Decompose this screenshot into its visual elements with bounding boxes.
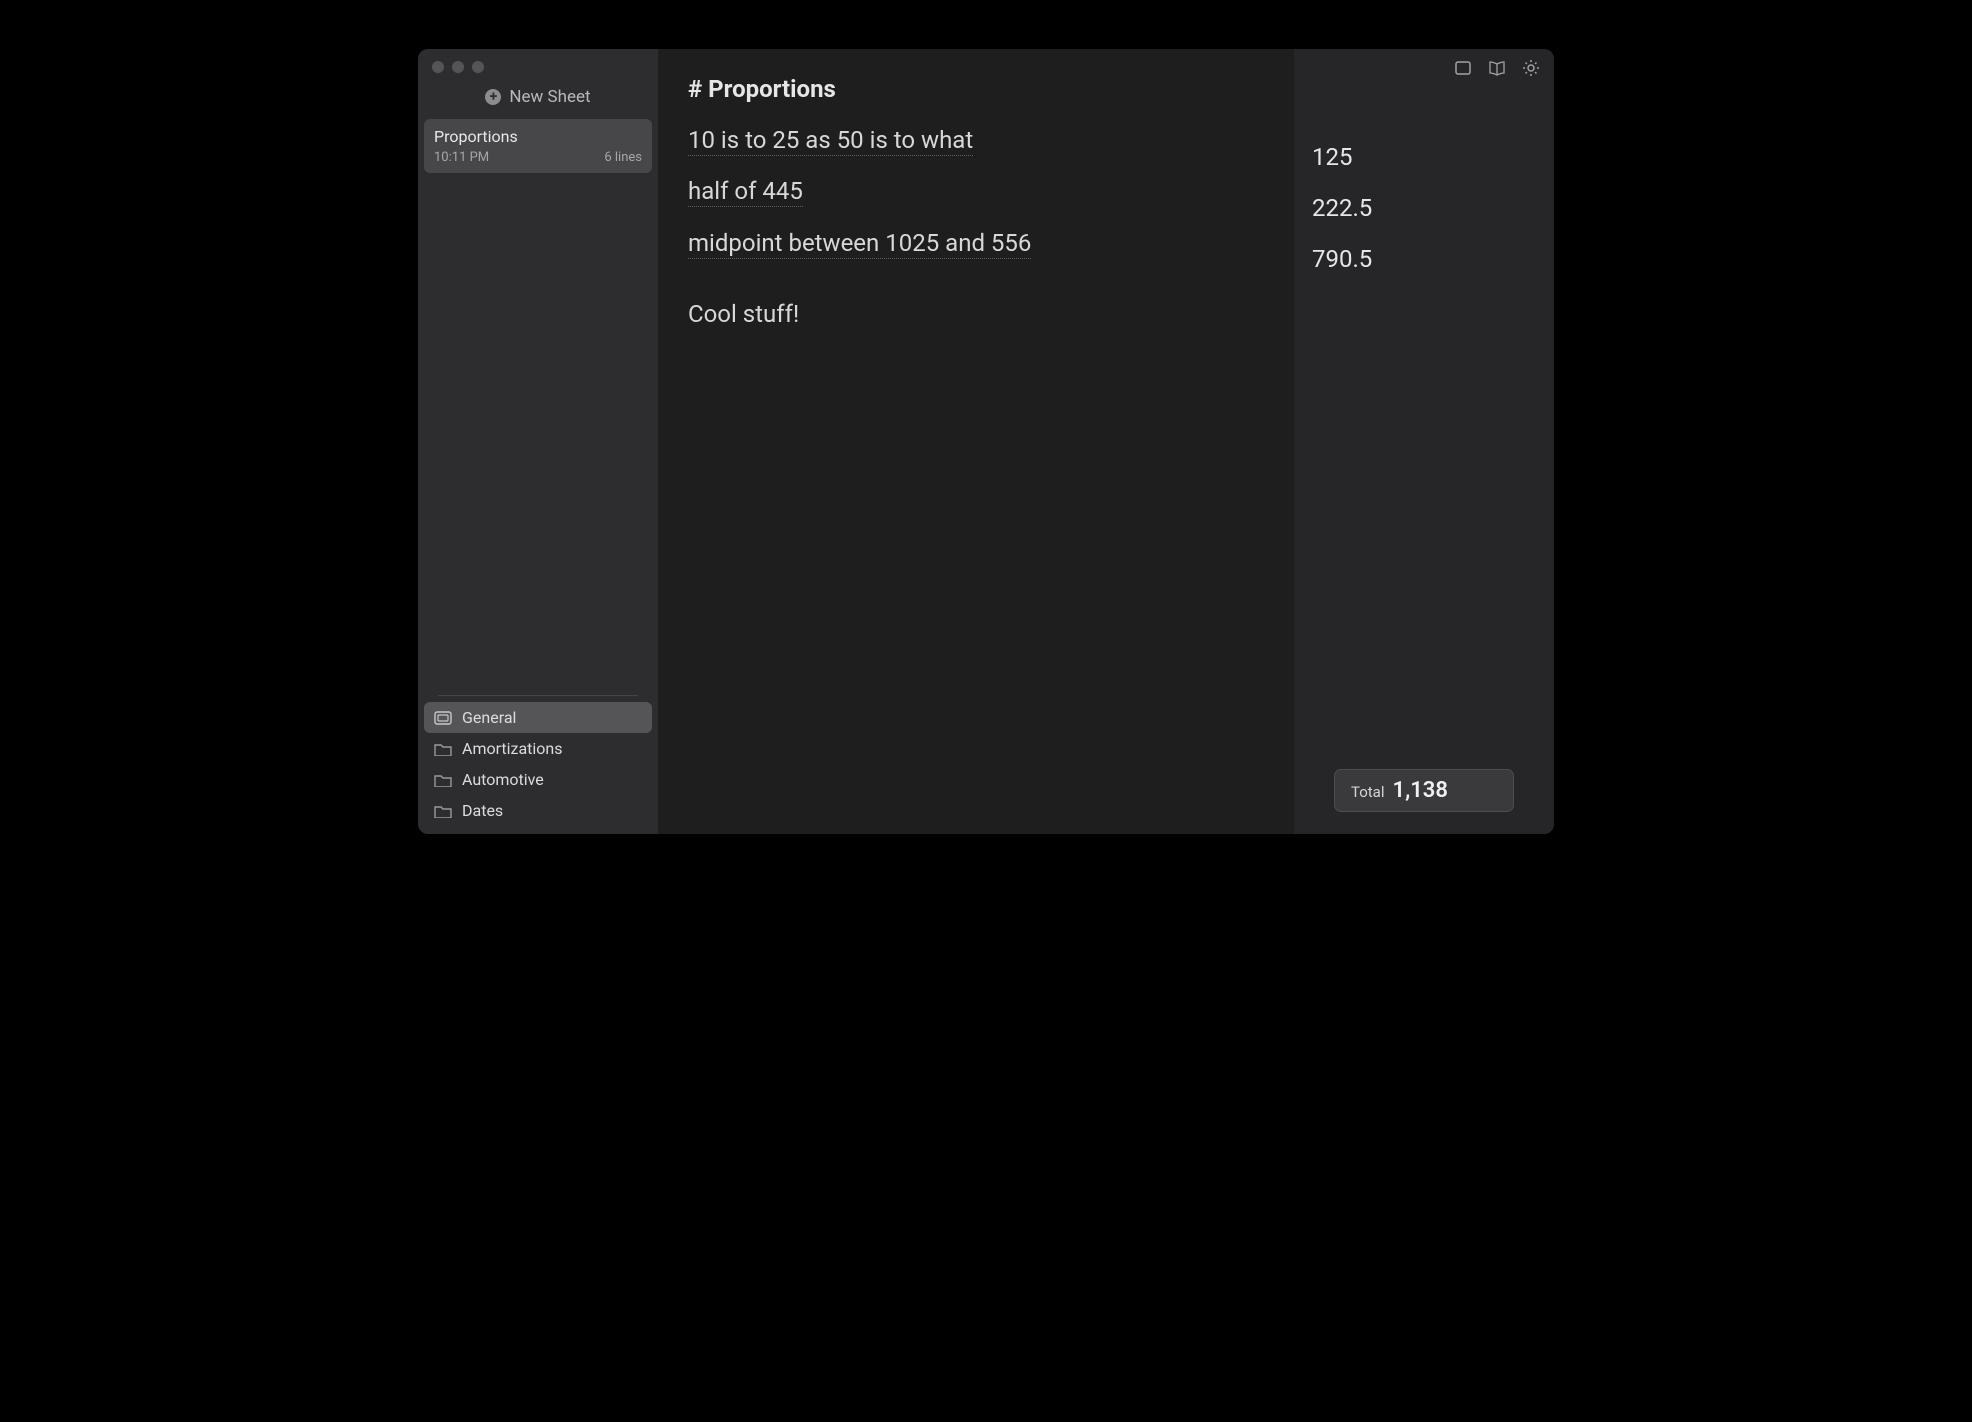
folder-dates[interactable]: Dates	[424, 795, 652, 826]
new-sheet-button[interactable]: + New Sheet	[418, 79, 658, 119]
sidebar-divider	[438, 695, 638, 696]
close-window-button[interactable]	[432, 61, 444, 73]
total-label: Total	[1351, 783, 1385, 801]
folder-label: Amortizations	[462, 739, 563, 758]
folder-general[interactable]: General	[424, 702, 652, 733]
editor-pane[interactable]: # Proportions 10 is to 25 as 50 is to wh…	[658, 49, 1294, 834]
sidebar: + New Sheet Proportions 10:11 PM 6 lines…	[418, 49, 658, 834]
plus-icon: +	[485, 89, 501, 105]
folder-label: General	[462, 708, 516, 727]
expression-text: midpoint between 1025 and 556	[688, 229, 1031, 259]
folder-amortizations[interactable]: Amortizations	[424, 733, 652, 764]
sheet-lines: 6 lines	[604, 150, 642, 165]
sheet-item-proportions[interactable]: Proportions 10:11 PM 6 lines	[424, 119, 652, 173]
folder-icon	[434, 804, 452, 818]
folder-automotive[interactable]: Automotive	[424, 764, 652, 795]
sheet-time: 10:11 PM	[434, 150, 489, 165]
total-value: 1,138	[1393, 778, 1448, 803]
comment-row[interactable]: Cool stuff!	[688, 296, 1264, 333]
gear-icon[interactable]	[1522, 59, 1540, 77]
app-window: + New Sheet Proportions 10:11 PM 6 lines…	[418, 49, 1554, 834]
sheet-list: Proportions 10:11 PM 6 lines	[418, 119, 658, 173]
fullscreen-window-button[interactable]	[472, 61, 484, 73]
expression-text: half of 445	[688, 177, 803, 207]
folder-icon	[434, 742, 452, 756]
new-sheet-label: New Sheet	[509, 87, 590, 107]
result-value[interactable]: 125	[1312, 139, 1536, 176]
sheet-title: Proportions	[434, 127, 642, 146]
expression-row[interactable]: half of 445	[688, 173, 1264, 210]
sheet-meta: 10:11 PM 6 lines	[434, 150, 642, 165]
results-toolbar	[1294, 49, 1554, 77]
folder-icon	[434, 773, 452, 787]
folder-label: Automotive	[462, 770, 544, 789]
stack-icon	[434, 711, 452, 725]
window-controls	[418, 49, 658, 79]
results-pane: 125 222.5 790.5 Total 1,138	[1294, 49, 1554, 834]
total-pill[interactable]: Total 1,138	[1334, 769, 1514, 812]
result-value[interactable]: 790.5	[1312, 241, 1536, 278]
expression-row[interactable]: 10 is to 25 as 50 is to what	[688, 122, 1264, 159]
expression-text: 10 is to 25 as 50 is to what	[688, 126, 973, 156]
result-value[interactable]: 222.5	[1312, 190, 1536, 227]
panel-toggle-icon[interactable]	[1454, 59, 1472, 77]
folder-list: General Amortizations Automotive Dates	[418, 702, 658, 834]
folder-label: Dates	[462, 801, 503, 820]
results-body: 125 222.5 790.5	[1294, 77, 1554, 293]
book-icon[interactable]	[1488, 59, 1506, 77]
expression-row[interactable]: midpoint between 1025 and 556	[688, 225, 1264, 262]
sheet-heading: # Proportions	[688, 71, 1264, 108]
minimize-window-button[interactable]	[452, 61, 464, 73]
